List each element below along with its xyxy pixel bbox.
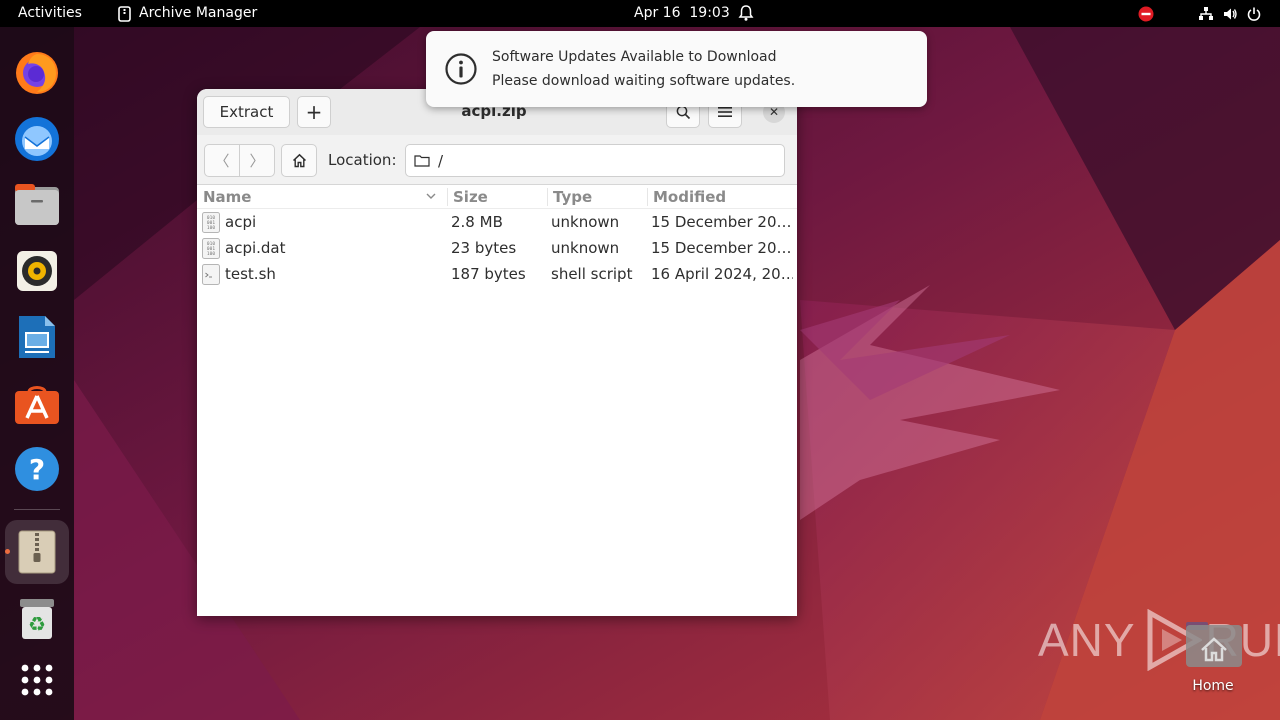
- location-label: Location:: [328, 151, 397, 169]
- folder-icon: [414, 155, 430, 167]
- column-header-modified[interactable]: Modified: [653, 188, 726, 206]
- binary-file-icon: 010 001 100: [202, 238, 220, 259]
- column-header-size[interactable]: Size: [453, 188, 488, 206]
- home-icon: [292, 153, 306, 168]
- dock-separator: [14, 509, 60, 510]
- dock-files[interactable]: [5, 173, 69, 237]
- close-icon: ✕: [768, 105, 780, 119]
- dock-firefox[interactable]: [5, 41, 69, 105]
- app-center-bag-icon: [15, 386, 59, 424]
- dock-show-apps[interactable]: [5, 648, 69, 712]
- show-apps-grid-icon: [21, 664, 53, 696]
- file-row[interactable]: 010 001 100 acpi.dat 23 bytes unknown 15…: [197, 235, 797, 261]
- sort-descending-icon[interactable]: [425, 187, 437, 205]
- file-modified: 15 December 20…: [651, 213, 792, 231]
- back-button[interactable]: 〈: [204, 144, 240, 177]
- home-button[interactable]: [281, 144, 317, 177]
- archive-manager-icon: [18, 530, 56, 574]
- file-size: 187 bytes: [451, 265, 526, 283]
- column-separator[interactable]: [447, 188, 448, 206]
- chevron-right-icon: 〉: [249, 152, 265, 170]
- network-icon[interactable]: [1194, 0, 1218, 27]
- archive-manager-window: Extract + acpi.zip ✕ 〈 〉 Location: / Nam…: [197, 89, 797, 616]
- column-separator[interactable]: [647, 188, 648, 206]
- svg-text:100: 100: [207, 251, 215, 257]
- dock-help[interactable]: ?: [5, 437, 69, 501]
- file-type: unknown: [551, 213, 620, 231]
- power-icon[interactable]: [1242, 0, 1266, 27]
- notification-banner[interactable]: Software Updates Available to Download P…: [426, 31, 927, 107]
- clock-time: 19:03: [689, 5, 730, 21]
- notification-bell-icon[interactable]: [738, 4, 754, 22]
- location-field[interactable]: /: [405, 144, 785, 177]
- activities-button[interactable]: Activities: [18, 0, 82, 27]
- dock-trash[interactable]: ♻: [5, 587, 69, 651]
- top-bar: Activities Archive Manager Apr 16 19:03: [0, 0, 1280, 27]
- file-name: acpi.dat: [225, 239, 286, 257]
- watermark-text-left: ANY: [1038, 614, 1136, 666]
- app-menu-label: Archive Manager: [139, 5, 258, 21]
- files-folder-icon: [15, 184, 59, 225]
- file-modified: 16 April 2024, 20…: [651, 265, 793, 283]
- home-folder-label: Home: [1192, 678, 1234, 694]
- location-value: /: [438, 151, 444, 170]
- info-icon: [445, 53, 477, 85]
- file-row[interactable]: test.sh 187 bytes shell script 16 April …: [197, 261, 797, 287]
- desktop-home-folder[interactable]: Home: [1180, 620, 1246, 700]
- forward-button[interactable]: 〉: [239, 144, 275, 177]
- svg-text:♻: ♻: [28, 612, 46, 636]
- file-type: unknown: [551, 239, 620, 257]
- dock-libreoffice-impress[interactable]: [5, 305, 69, 369]
- dock-thunderbird[interactable]: [5, 107, 69, 171]
- trash-icon: ♻: [20, 599, 54, 639]
- file-name: acpi: [225, 213, 257, 231]
- thunderbird-icon: [15, 117, 59, 161]
- file-list: Name Size Type Modified 010 001 100 acpi…: [197, 185, 797, 616]
- clock-date: Apr 16: [634, 5, 681, 21]
- rhythmbox-speaker-icon: [17, 251, 57, 291]
- file-list-header: Name Size Type Modified: [197, 185, 797, 209]
- volume-icon[interactable]: [1218, 0, 1242, 27]
- file-modified: 15 December 20…: [651, 239, 792, 257]
- notification-title: Software Updates Available to Download: [492, 49, 777, 65]
- dock-archive-manager[interactable]: [5, 520, 69, 584]
- do-not-disturb-icon[interactable]: [1134, 0, 1158, 27]
- app-menu[interactable]: Archive Manager: [118, 0, 257, 27]
- file-size: 23 bytes: [451, 239, 517, 257]
- file-type: shell script: [551, 265, 633, 283]
- libreoffice-impress-icon: [19, 316, 55, 358]
- archive-app-icon: [118, 5, 131, 22]
- dock-rhythmbox[interactable]: [5, 239, 69, 303]
- column-header-name[interactable]: Name: [203, 188, 251, 206]
- dock-app-center[interactable]: [5, 371, 69, 435]
- hamburger-menu-icon: [718, 107, 732, 117]
- firefox-icon: [16, 52, 58, 94]
- help-icon: ?: [15, 447, 59, 491]
- notification-body: Please download waiting software updates…: [492, 73, 796, 89]
- home-folder-icon: [1186, 622, 1242, 667]
- chevron-left-icon: 〈: [214, 152, 230, 170]
- svg-text:?: ?: [29, 453, 45, 486]
- binary-file-icon: 010 001 100: [202, 212, 220, 233]
- file-size: 2.8 MB: [451, 213, 503, 231]
- file-name: test.sh: [225, 265, 276, 283]
- column-header-type[interactable]: Type: [553, 188, 592, 206]
- system-tray[interactable]: [1134, 0, 1266, 27]
- dock: ? ♻: [0, 27, 74, 720]
- file-row[interactable]: 010 001 100 acpi 2.8 MB unknown 15 Decem…: [197, 209, 797, 235]
- column-separator[interactable]: [547, 188, 548, 206]
- svg-text:100: 100: [207, 225, 215, 231]
- location-bar: 〈 〉 Location: /: [197, 135, 797, 185]
- script-file-icon: [202, 264, 220, 285]
- clock[interactable]: Apr 16 19:03: [634, 0, 730, 27]
